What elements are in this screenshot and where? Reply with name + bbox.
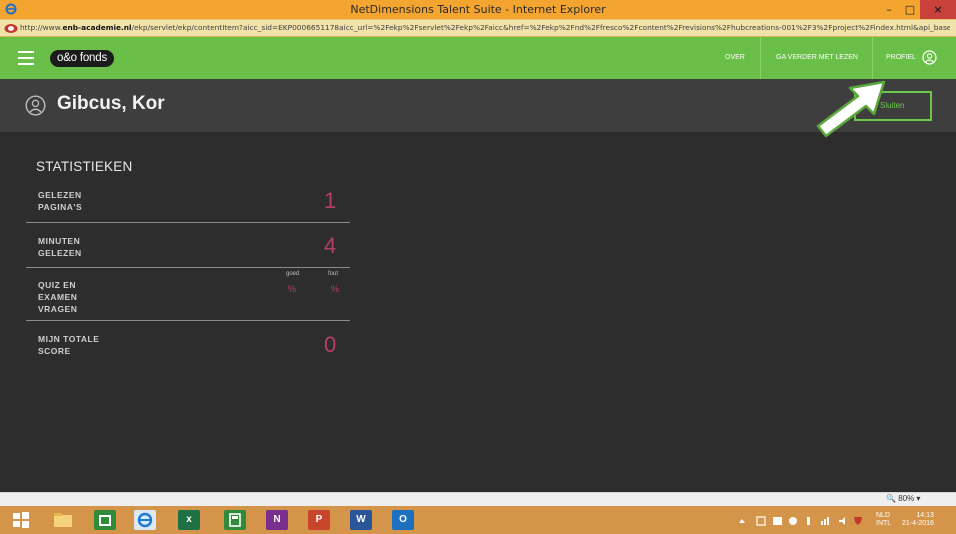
address-bar[interactable]: http://www.enb-academie.nl/ekp/servlet/e… xyxy=(0,19,956,37)
word-icon[interactable]: W xyxy=(350,510,372,530)
quiz-good-header: goed xyxy=(286,271,300,277)
quiz-wrong-value: % xyxy=(331,284,340,294)
stat-minutes-label: MINUTEN GELEZEN xyxy=(38,236,82,258)
hamburger-menu-icon[interactable] xyxy=(18,51,34,65)
stats-title: STATISTIEKEN xyxy=(36,159,133,174)
quiz-good-value: % xyxy=(288,284,297,294)
file-explorer-icon[interactable] xyxy=(52,510,74,530)
stat-minutes-value: 4 xyxy=(324,233,337,258)
stat-score-value: 0 xyxy=(324,332,337,357)
onenote-icon[interactable]: N xyxy=(266,510,288,530)
browser-status-bar: 🔍 80% ▾ xyxy=(0,492,956,506)
stat-pages-label: GELEZEN PAGINA'S xyxy=(38,190,83,212)
nav-divider xyxy=(760,37,761,79)
start-windows-icon[interactable] xyxy=(12,510,30,530)
stat-pages-value: 1 xyxy=(324,188,337,213)
excel-icon[interactable]: x xyxy=(178,510,200,530)
brand-logo[interactable]: o&o fonds xyxy=(50,50,114,67)
system-clock[interactable]: 14:13 21-4-2016 xyxy=(902,512,934,528)
stat-divider xyxy=(26,222,350,223)
quiz-wrong-header: fout xyxy=(328,271,339,277)
nav-over-link[interactable]: OVER xyxy=(725,54,745,61)
annotation-arrow xyxy=(816,80,886,138)
nav-continue-reading-link[interactable]: GA VERDER MET LEZEN xyxy=(776,54,858,61)
input-language[interactable]: NLD INTL xyxy=(876,512,891,528)
user-icon xyxy=(25,95,46,116)
close-window-button[interactable]: × xyxy=(920,0,956,19)
maximize-button[interactable]: □ xyxy=(900,0,920,19)
user-name: Gibcus, Kor xyxy=(57,93,165,114)
internet-explorer-taskbar-icon[interactable] xyxy=(134,510,156,530)
nav-profile-link[interactable]: PROFIEL xyxy=(886,54,916,61)
windows-taskbar: x N P W O NLD INTL 14:13 21-4-2016 xyxy=(0,506,956,534)
stat-score-label: MIJN TOTALE SCORE xyxy=(38,334,100,356)
nav-divider xyxy=(872,37,873,79)
system-tray-icons[interactable] xyxy=(735,515,865,527)
minimize-button[interactable]: – xyxy=(878,0,900,19)
outlook-icon[interactable]: O xyxy=(392,510,414,530)
stat-divider xyxy=(26,320,350,321)
page-icon xyxy=(4,24,18,33)
store-icon[interactable] xyxy=(94,510,116,530)
top-navigation: o&o fonds OVER GA VERDER MET LEZEN PROFI… xyxy=(0,37,956,79)
powerpoint-icon[interactable]: P xyxy=(308,510,330,530)
url-domain: enb-academie.nl xyxy=(62,23,132,32)
stat-quiz-label: QUIZ EN EXAMEN VRAGEN xyxy=(38,280,78,314)
zoom-control[interactable]: 🔍 80% ▾ xyxy=(886,494,920,503)
profile-icon[interactable] xyxy=(922,50,937,65)
calculator-icon[interactable] xyxy=(224,510,246,530)
window-title-bar: NetDimensions Talent Suite - Internet Ex… xyxy=(0,0,956,19)
window-title: NetDimensions Talent Suite - Internet Ex… xyxy=(350,3,606,16)
url-text[interactable]: http://www.enb-academie.nl/ekp/servlet/e… xyxy=(20,23,950,32)
stat-divider xyxy=(26,267,350,268)
